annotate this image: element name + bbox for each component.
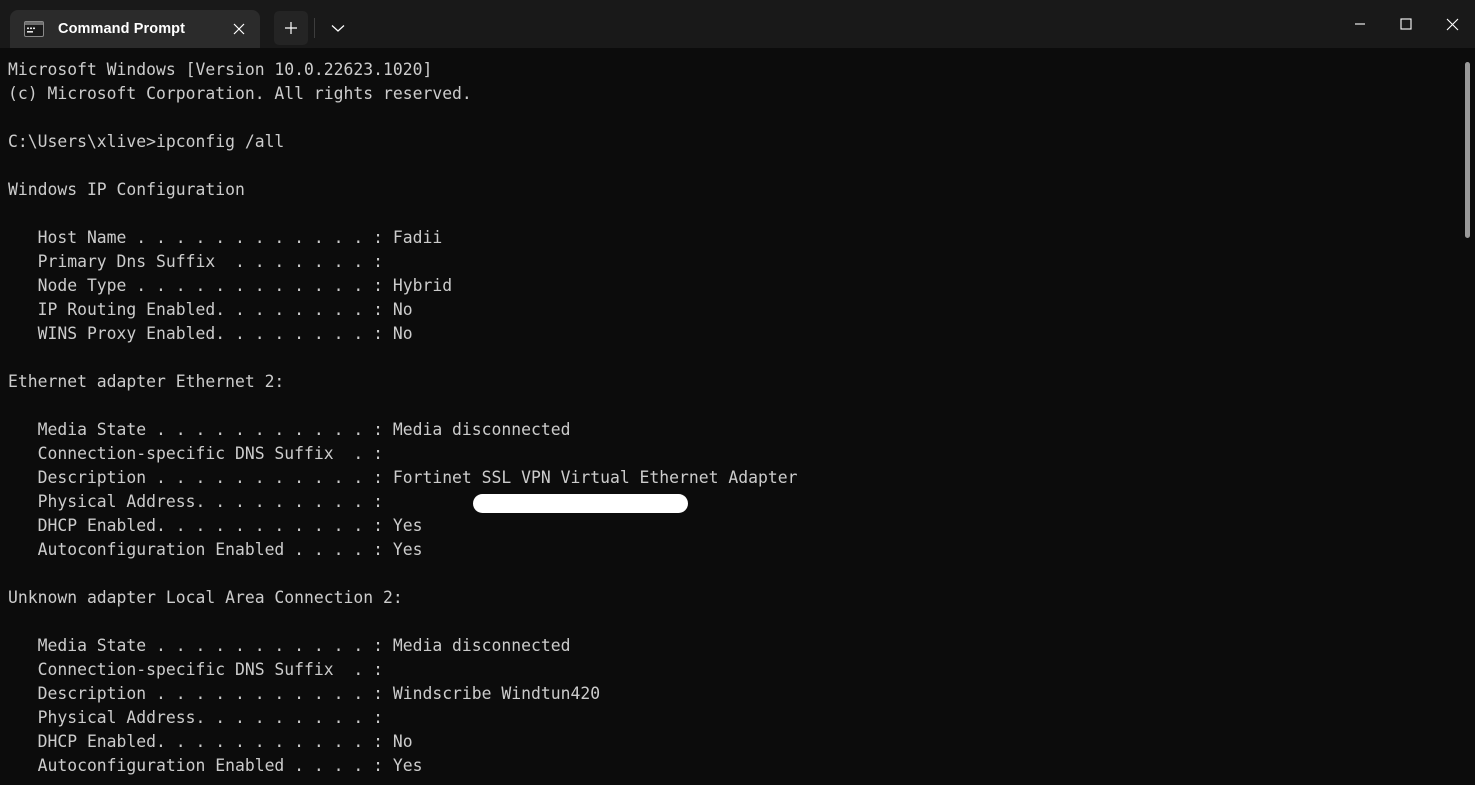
tab-dropdown-button[interactable] <box>321 11 355 45</box>
new-tab-button[interactable] <box>274 11 308 45</box>
tab-bar-divider <box>314 18 315 38</box>
window-close-button[interactable] <box>1429 0 1475 48</box>
plus-icon <box>285 22 297 34</box>
chevron-down-icon <box>331 24 345 32</box>
command-prompt-window: Command Prompt Microsoft Windows [Versio… <box>0 0 1475 785</box>
tab-strip: Command Prompt <box>0 0 355 48</box>
terminal-scrollbar[interactable] <box>1461 48 1475 785</box>
minimize-icon <box>1355 23 1365 25</box>
scrollbar-thumb[interactable] <box>1465 62 1470 238</box>
title-bar[interactable]: Command Prompt <box>0 0 1475 48</box>
terminal-output-area[interactable]: Microsoft Windows [Version 10.0.22623.10… <box>0 48 1475 785</box>
tab-close-button[interactable] <box>224 15 254 43</box>
close-icon <box>233 23 245 35</box>
tab-command-prompt[interactable]: Command Prompt <box>10 10 260 48</box>
maximize-button[interactable] <box>1383 0 1429 48</box>
physical-address-redaction <box>473 494 688 513</box>
minimize-button[interactable] <box>1337 0 1383 48</box>
tab-title: Command Prompt <box>58 21 186 37</box>
close-icon <box>1446 18 1458 30</box>
console-icon <box>24 21 44 37</box>
terminal-text: Microsoft Windows [Version 10.0.22623.10… <box>8 60 798 775</box>
window-controls <box>1337 0 1475 48</box>
maximize-icon <box>1400 18 1412 30</box>
